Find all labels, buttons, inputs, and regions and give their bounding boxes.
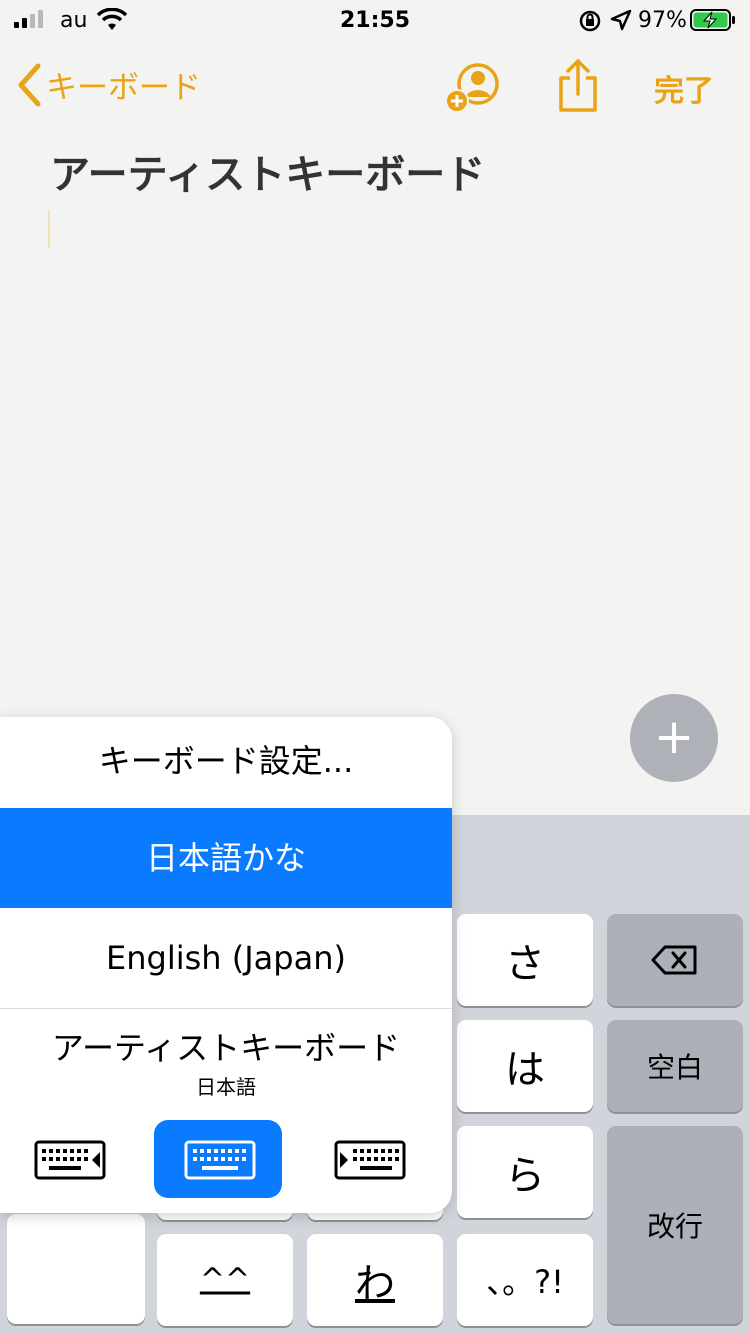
- keyboard-left-icon: [34, 1140, 106, 1180]
- key-sa[interactable]: さ: [457, 914, 593, 1006]
- keyboard-settings-label: キーボード設定...: [98, 742, 354, 780]
- keyboard-full-icon: [184, 1140, 256, 1180]
- space-key-label: 空白: [646, 1051, 703, 1084]
- english-japan-label: English (Japan): [106, 939, 346, 977]
- back-label: キーボード: [46, 70, 201, 106]
- delete-icon: [651, 945, 697, 975]
- key-wa[interactable]: わ: [307, 1234, 443, 1326]
- key-emoticon[interactable]: ^^: [157, 1234, 293, 1326]
- location-icon: [610, 9, 632, 37]
- text-cursor: [48, 210, 50, 248]
- orientation-lock-icon: [578, 9, 602, 39]
- return-key-label: 改行: [646, 1210, 703, 1243]
- keyboard-left-button[interactable]: [4, 1120, 132, 1198]
- add-button[interactable]: +: [630, 694, 718, 782]
- globe-key[interactable]: [7, 1214, 145, 1324]
- battery-percent: 97%: [638, 8, 687, 33]
- artist-keyboard-label: アーティストキーボード: [51, 1029, 401, 1067]
- artist-keyboard-sublabel: 日本語: [196, 1075, 256, 1099]
- key-punctuation-label: 、。?!: [486, 1263, 564, 1301]
- key-wa-label: わ: [355, 1261, 395, 1307]
- menu-item-japanese-kana[interactable]: 日本語かな: [0, 808, 452, 908]
- note-title[interactable]: アーティストキーボード: [50, 142, 485, 200]
- menu-item-artist-keyboard[interactable]: アーティストキーボード 日本語: [0, 1009, 452, 1105]
- menu-item-english-japan[interactable]: English (Japan): [0, 908, 452, 1009]
- battery-charging-icon: [690, 9, 736, 37]
- note-background: [0, 0, 750, 815]
- keyboard-menu: キーボード設定... 日本語かな English (Japan) アーティストキ…: [0, 717, 452, 1213]
- return-key[interactable]: 改行: [607, 1126, 743, 1324]
- menu-item-keyboard-settings[interactable]: キーボード設定...: [0, 717, 452, 808]
- key-emoticon-label: ^^: [199, 1262, 251, 1298]
- add-person-icon[interactable]: [444, 60, 502, 120]
- key-ra-label: ら: [505, 1153, 545, 1199]
- back-button[interactable]: キーボード: [16, 62, 201, 107]
- keyboard-full-button[interactable]: [154, 1120, 282, 1198]
- done-button[interactable]: 完了: [654, 66, 714, 110]
- key-ha[interactable]: は: [457, 1020, 593, 1112]
- status-bar: au 21:55 97%: [0, 0, 750, 40]
- key-sa-label: さ: [505, 941, 545, 987]
- space-key[interactable]: 空白: [607, 1020, 743, 1112]
- key-punctuation[interactable]: 、。?!: [457, 1234, 593, 1326]
- key-ha-label: は: [505, 1047, 545, 1093]
- delete-key[interactable]: [607, 914, 743, 1006]
- japanese-kana-label: 日本語かな: [145, 839, 306, 877]
- chevron-left-icon: [18, 63, 41, 106]
- share-icon[interactable]: [556, 58, 600, 118]
- keyboard-right-icon: [334, 1140, 406, 1180]
- key-ra[interactable]: ら: [457, 1126, 593, 1218]
- keyboard-right-button[interactable]: [304, 1120, 432, 1198]
- navigation-bar: キーボード 完了: [0, 52, 750, 122]
